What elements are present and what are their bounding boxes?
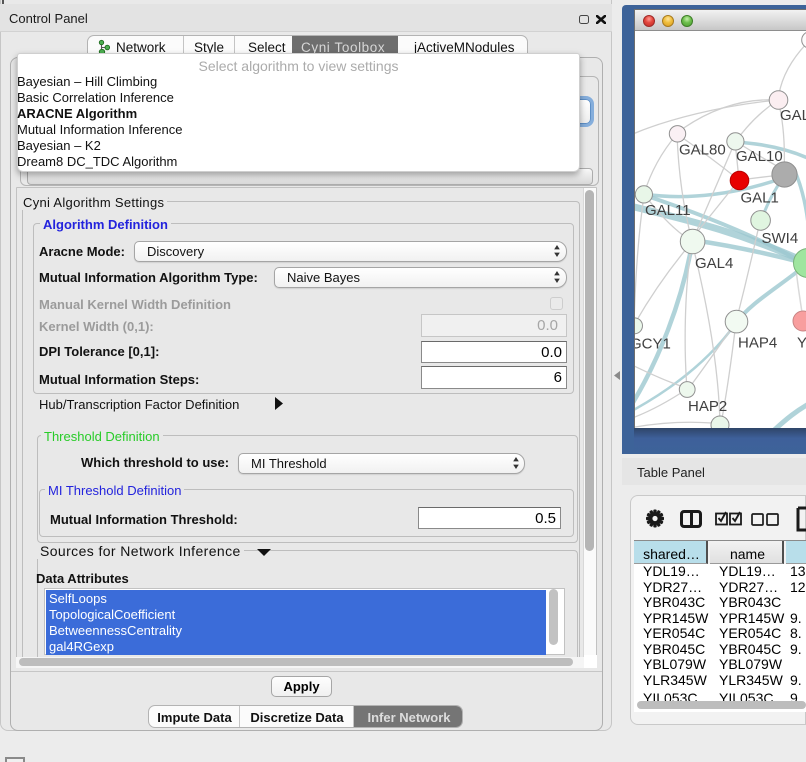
svg-text:GAL80: GAL80 bbox=[679, 142, 726, 159]
svg-text:HAP2: HAP2 bbox=[688, 398, 727, 415]
svg-text:GAL11: GAL11 bbox=[645, 202, 691, 219]
svg-text:GAL: GAL bbox=[780, 107, 806, 124]
svg-text:GCY1: GCY1 bbox=[635, 336, 671, 353]
svg-text:Y: Y bbox=[797, 335, 806, 352]
svg-text:GAL4: GAL4 bbox=[695, 255, 733, 272]
svg-text:GAL1: GAL1 bbox=[741, 190, 779, 207]
svg-text:SWI4: SWI4 bbox=[762, 230, 799, 247]
svg-text:HAP4: HAP4 bbox=[738, 335, 777, 352]
svg-text:GAL10: GAL10 bbox=[736, 148, 783, 165]
